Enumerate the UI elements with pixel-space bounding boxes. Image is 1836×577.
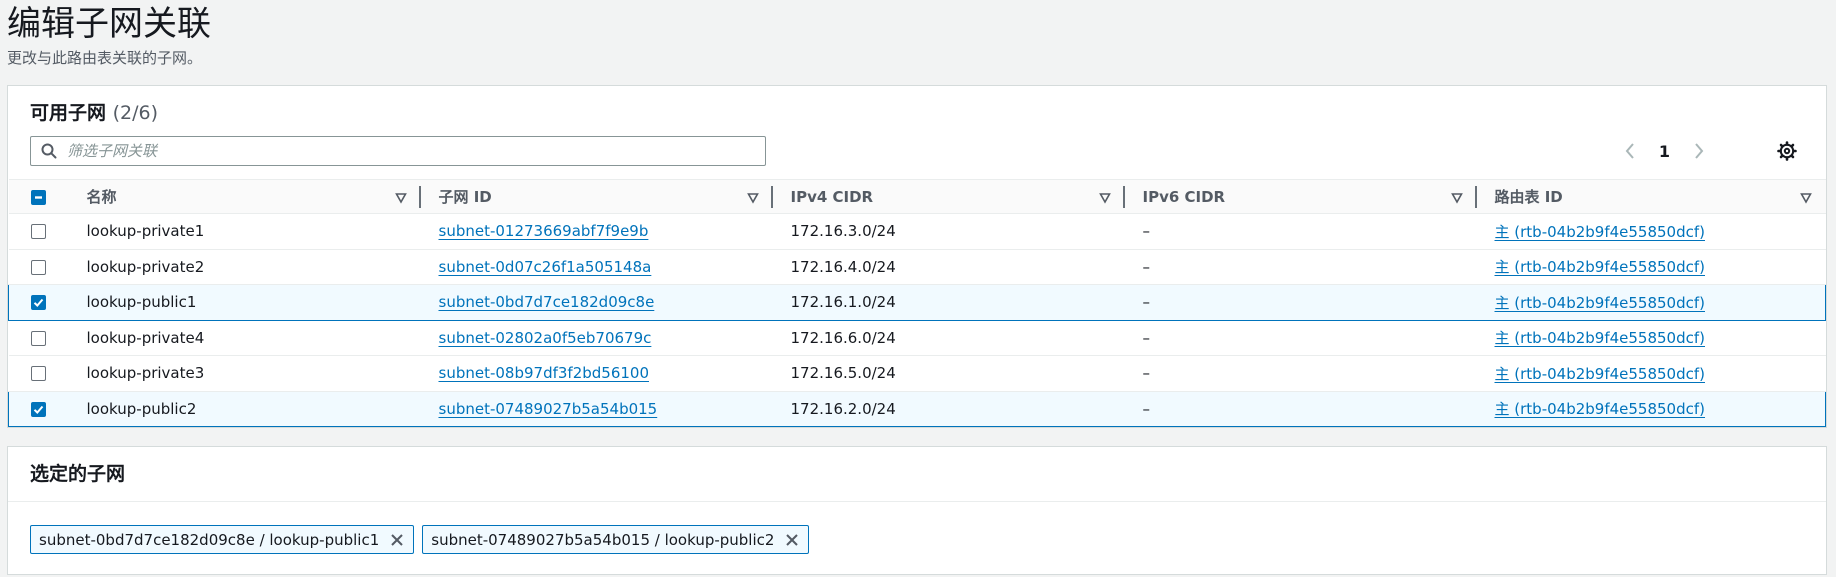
page-title: 编辑子网关联	[7, 4, 211, 44]
caret-down-icon[interactable]	[1799, 190, 1812, 208]
pagination: 1	[1623, 136, 1706, 166]
caret-down-icon[interactable]	[1098, 190, 1111, 208]
subnet-id-link[interactable]: subnet-01273669abf7f9e9b	[439, 222, 649, 240]
subnet-id-link[interactable]: subnet-0d07c26f1a505148a	[439, 258, 652, 276]
row-checkbox[interactable]	[31, 295, 46, 311]
subnet-id-link[interactable]: subnet-02802a0f5eb70679c	[439, 329, 652, 347]
ipv6-cidr: –	[1124, 320, 1477, 356]
route-table-link[interactable]: 主 (rtb-04b2b9f4e55850dcf)	[1495, 258, 1706, 276]
caret-down-icon[interactable]	[1450, 190, 1463, 208]
available-subnets-count: (2/6)	[112, 102, 159, 124]
divider	[8, 501, 1826, 502]
selected-subnet-token: subnet-07489027b5a54b015 / lookup-public…	[422, 525, 810, 554]
ipv4-cidr: 172.16.5.0/24	[772, 355, 1125, 392]
subnet-name: lookup-private2	[68, 249, 421, 285]
ipv6-cidr: –	[1124, 213, 1477, 250]
subnets-table: 名称 子网 ID IPv4 CIDR IPv6 CIDR 路由表 ID look…	[8, 179, 1826, 427]
ipv4-cidr: 172.16.2.0/24	[772, 390, 1125, 427]
available-subnets-header: 可用子网 (2/6)	[30, 100, 158, 126]
subnet-id-link[interactable]: subnet-0bd7d7ce182d09c8e	[439, 293, 655, 311]
column-header-route-table-id[interactable]: 路由表 ID	[1476, 179, 1826, 214]
ipv4-cidr: 172.16.4.0/24	[772, 249, 1125, 285]
selected-subnets-title: 选定的子网	[30, 463, 126, 485]
row-checkbox[interactable]	[30, 259, 46, 275]
ipv6-cidr: –	[1124, 284, 1477, 321]
ipv6-cidr: –	[1124, 390, 1477, 427]
available-subnets-title: 可用子网	[30, 102, 107, 124]
token-label: subnet-07489027b5a54b015 / lookup-public…	[431, 530, 775, 549]
table-row[interactable]: lookup-private3 subnet-08b97df3f2bd56100…	[8, 355, 1826, 392]
column-header-name[interactable]: 名称	[68, 179, 421, 214]
column-header-subnet-id[interactable]: 子网 ID	[420, 179, 773, 214]
route-table-link[interactable]: 主 (rtb-04b2b9f4e55850dcf)	[1495, 223, 1706, 241]
table-row[interactable]: lookup-public1 subnet-0bd7d7ce182d09c8e …	[8, 284, 1826, 321]
close-icon[interactable]	[784, 532, 800, 548]
selected-subnet-token: subnet-0bd7d7ce182d09c8e / lookup-public…	[30, 525, 415, 554]
selected-subnet-tokens: subnet-0bd7d7ce182d09c8e / lookup-public…	[30, 525, 810, 554]
caret-down-icon[interactable]	[746, 190, 759, 208]
selected-subnets-panel: 选定的子网 subnet-0bd7d7ce182d09c8e / lookup-…	[7, 446, 1827, 575]
table-row[interactable]: lookup-private4 subnet-02802a0f5eb70679c…	[8, 320, 1826, 356]
table-header-row: 名称 子网 ID IPv4 CIDR IPv6 CIDR 路由表 ID	[8, 179, 1826, 214]
route-table-link[interactable]: 主 (rtb-04b2b9f4e55850dcf)	[1495, 329, 1706, 347]
caret-down-icon[interactable]	[394, 190, 407, 208]
subnet-name: lookup-public2	[68, 390, 421, 427]
close-icon[interactable]	[389, 532, 405, 548]
ipv6-cidr: –	[1124, 249, 1477, 285]
table-row[interactable]: lookup-public2 subnet-07489027b5a54b015 …	[8, 390, 1826, 427]
page-description: 更改与此路由表关联的子网。	[7, 49, 203, 67]
select-all-checkbox[interactable]	[30, 189, 46, 205]
filter-box[interactable]	[30, 136, 766, 166]
table-row[interactable]: lookup-private2 subnet-0d07c26f1a505148a…	[8, 249, 1826, 285]
filter-input[interactable]	[67, 138, 765, 164]
subnet-id-link[interactable]: subnet-07489027b5a54b015	[439, 400, 658, 418]
ipv4-cidr: 172.16.3.0/24	[772, 213, 1125, 250]
select-all-cell	[8, 179, 69, 214]
column-header-ipv4-cidr[interactable]: IPv4 CIDR	[772, 179, 1125, 214]
chevron-right-icon[interactable]	[1692, 141, 1706, 161]
subnet-name: lookup-public1	[68, 284, 421, 321]
route-table-link[interactable]: 主 (rtb-04b2b9f4e55850dcf)	[1495, 400, 1706, 418]
row-checkbox[interactable]	[30, 224, 46, 240]
chevron-left-icon[interactable]	[1623, 141, 1637, 161]
subnet-name: lookup-private3	[68, 355, 421, 392]
token-label: subnet-0bd7d7ce182d09c8e / lookup-public…	[39, 530, 380, 549]
available-subnets-panel: 可用子网 (2/6) 1	[7, 85, 1827, 428]
route-table-link[interactable]: 主 (rtb-04b2b9f4e55850dcf)	[1495, 365, 1706, 383]
page-number[interactable]: 1	[1659, 142, 1670, 161]
subnet-name: lookup-private4	[68, 320, 421, 356]
row-checkbox[interactable]	[30, 330, 46, 346]
row-checkbox[interactable]	[31, 401, 46, 417]
ipv4-cidr: 172.16.1.0/24	[772, 284, 1125, 321]
search-icon	[31, 137, 67, 165]
gear-icon[interactable]	[1776, 140, 1798, 162]
ipv4-cidr: 172.16.6.0/24	[772, 320, 1125, 356]
route-table-link[interactable]: 主 (rtb-04b2b9f4e55850dcf)	[1495, 294, 1706, 312]
row-checkbox[interactable]	[30, 366, 46, 382]
subnet-name: lookup-private1	[68, 213, 421, 250]
column-header-ipv6-cidr[interactable]: IPv6 CIDR	[1124, 179, 1477, 214]
subnet-id-link[interactable]: subnet-08b97df3f2bd56100	[439, 364, 650, 382]
table-row[interactable]: lookup-private1 subnet-01273669abf7f9e9b…	[8, 213, 1826, 250]
ipv6-cidr: –	[1124, 355, 1477, 392]
